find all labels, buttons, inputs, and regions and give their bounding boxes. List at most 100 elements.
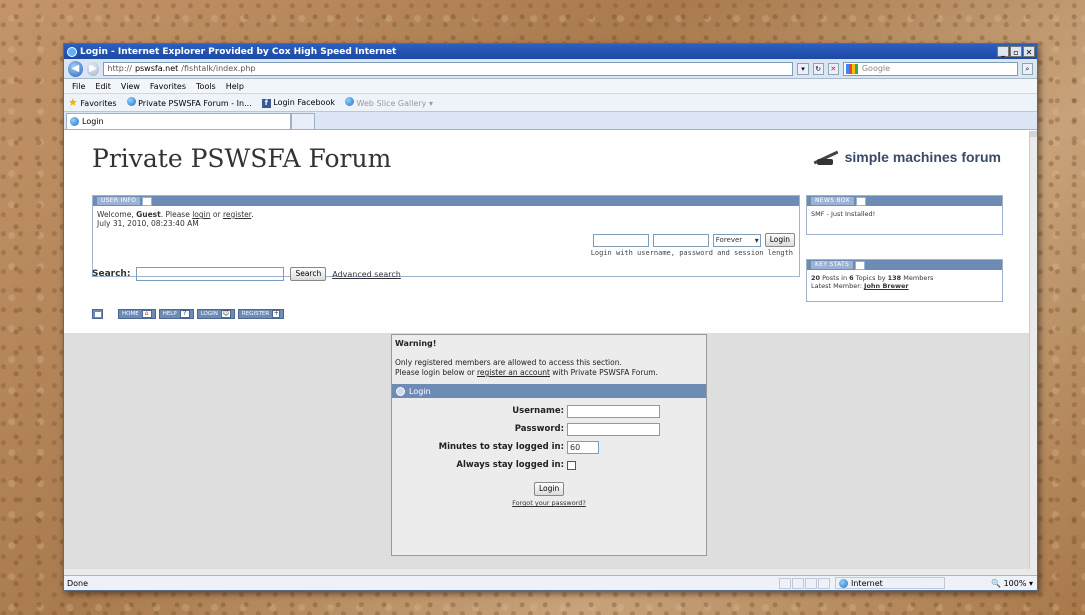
window-title: Login - Internet Explorer Provided by Co…	[80, 46, 397, 57]
nav-login-button[interactable]: LOGIN ☺	[196, 309, 235, 319]
minutes-label: Minutes to stay logged in:	[438, 442, 564, 452]
menu-file[interactable]: File	[72, 82, 85, 91]
favorites-label: Favorites	[80, 99, 117, 108]
url-field[interactable]: http://pswsfa.net/fishtalk/index.php	[103, 61, 794, 76]
fav-link-webslice[interactable]: Web Slice Gallery ▾	[344, 97, 433, 108]
status-cell	[805, 577, 817, 589]
forgot-password-link[interactable]: Forgot your password?	[392, 499, 706, 507]
star-icon: ★	[68, 96, 78, 109]
login-header-label: Login	[409, 386, 431, 396]
upshrink-button[interactable]	[92, 309, 103, 319]
vertical-scrollbar[interactable]	[1029, 131, 1037, 577]
collapse-icon[interactable]	[142, 196, 153, 206]
advanced-search-link[interactable]: Advanced search	[332, 270, 401, 279]
login-header: Login	[392, 384, 706, 398]
browser-window: Login - Internet Explorer Provided by Co…	[63, 43, 1038, 591]
stats-box-label: KEY STATS	[811, 261, 854, 269]
login-link[interactable]: login	[192, 210, 210, 219]
smf-logo[interactable]: simple machines forum	[811, 149, 1001, 165]
login-icon: ☺	[220, 310, 231, 318]
latest-member-link[interactable]: John Brewer	[864, 282, 909, 290]
password-row: Password:	[392, 420, 706, 438]
search-engine-field[interactable]: Google	[842, 61, 1018, 76]
username-label: Username:	[512, 406, 564, 416]
period: .	[251, 210, 254, 219]
new-tab-button[interactable]	[291, 113, 315, 129]
stats-icon	[855, 260, 866, 270]
quick-username-input[interactable]	[592, 233, 649, 247]
fav-link-facebook[interactable]: f Login Facebook	[261, 97, 335, 108]
menu-help[interactable]: Help	[226, 82, 244, 91]
smf-logo-text: simple machines forum	[844, 149, 1001, 165]
nav-home-label: HOME	[122, 311, 139, 317]
quick-password-input[interactable]	[652, 233, 709, 247]
search-button[interactable]: Search	[290, 267, 327, 281]
back-button[interactable]: ◀	[68, 60, 83, 77]
status-bar: Done Internet 🔍 100% ▾	[64, 575, 1037, 590]
fav-link-facebook-label: Login Facebook	[273, 97, 335, 107]
zone-label: Internet	[851, 578, 883, 588]
url-dropdown-icon[interactable]: ▾	[797, 62, 809, 75]
username-input[interactable]	[567, 404, 660, 418]
search-input[interactable]	[136, 267, 285, 281]
always-label: Always stay logged in:	[456, 460, 564, 470]
forward-button[interactable]: ▶	[86, 61, 100, 76]
main-nav: HOME ⌂ HELP? LOGIN ☺ REGISTER +	[92, 309, 285, 319]
news-box-header: NEWS BOX	[807, 196, 1002, 206]
maximize-button[interactable]: ▫	[1010, 46, 1022, 57]
forgot-password-text: Forgot your password?	[512, 499, 586, 507]
news-icon	[855, 196, 866, 206]
favorites-button[interactable]: ★ Favorites	[68, 96, 117, 109]
title-bar: Login - Internet Explorer Provided by Co…	[64, 44, 1037, 59]
close-button[interactable]: ✕	[1023, 46, 1035, 57]
refresh-icon[interactable]: ↻	[812, 62, 824, 75]
url-path: /fishtalk/index.php	[181, 63, 256, 73]
always-checkbox[interactable]	[567, 460, 576, 470]
menu-view[interactable]: View	[121, 82, 140, 91]
welcome-prefix: Welcome,	[97, 210, 137, 219]
status-cell	[779, 577, 791, 589]
status-text: Done	[67, 578, 89, 588]
nav-register-button[interactable]: REGISTER +	[237, 309, 285, 319]
globe-icon	[839, 578, 848, 588]
quick-login-button[interactable]: Login	[764, 233, 795, 247]
stats-box: KEY STATS 20 Posts in 6 Topics by 138 Me…	[806, 259, 1003, 302]
stop-icon[interactable]: ✕	[827, 62, 839, 75]
upshrink-icon	[94, 311, 101, 317]
favorites-bar: ★ Favorites Private PSWSFA Forum - In...…	[64, 94, 1037, 112]
minimize-button[interactable]: _	[997, 46, 1009, 57]
status-cell	[818, 577, 830, 589]
home-icon: ⌂	[141, 310, 152, 318]
user-info-label: USER INFO	[97, 197, 141, 205]
session-length-select[interactable]: Forever	[712, 233, 761, 247]
tab-login[interactable]: Login	[66, 113, 291, 129]
warning-line1: Only registered members are allowed to a…	[395, 358, 622, 367]
page-content: Private PSWSFA Forum simple machines for…	[64, 131, 1031, 577]
always-row: Always stay logged in:	[392, 456, 706, 474]
news-box-label: NEWS BOX	[811, 197, 854, 205]
nav-login-label: LOGIN	[200, 311, 218, 317]
nav-home-button[interactable]: HOME ⌂	[118, 309, 156, 319]
menu-favorites[interactable]: Favorites	[150, 82, 186, 91]
welcome-mid: . Please	[160, 210, 193, 219]
datetime: July 31, 2010, 08:23:40 AM	[97, 219, 199, 228]
menu-tools[interactable]: Tools	[196, 82, 216, 91]
stats-t2: Topics by	[853, 274, 888, 282]
register-link[interactable]: register	[223, 210, 251, 219]
zoom-control[interactable]: 🔍 100% ▾	[949, 578, 1037, 588]
minutes-input[interactable]: 60	[567, 440, 599, 454]
zoom-level: 100%	[1003, 578, 1027, 588]
login-warning-box: Warning! Only registered members are all…	[391, 334, 707, 556]
fav-link-forum[interactable]: Private PSWSFA Forum - In...	[126, 97, 252, 108]
stats-text: 20 Posts in 6 Topics by 138 Members Late…	[807, 270, 1002, 294]
search-icon[interactable]: ⌕	[1021, 62, 1033, 75]
password-input[interactable]	[567, 422, 660, 436]
login-submit-button[interactable]: Login	[534, 482, 564, 496]
security-zone[interactable]: Internet	[835, 577, 945, 589]
menu-edit[interactable]: Edit	[95, 82, 111, 91]
register-account-link[interactable]: register an account	[477, 368, 550, 377]
tab-title: Login	[82, 117, 104, 126]
nav-help-button[interactable]: HELP?	[158, 309, 194, 319]
nav-register-label: REGISTER	[241, 311, 270, 317]
stats-box-header: KEY STATS	[807, 260, 1002, 270]
